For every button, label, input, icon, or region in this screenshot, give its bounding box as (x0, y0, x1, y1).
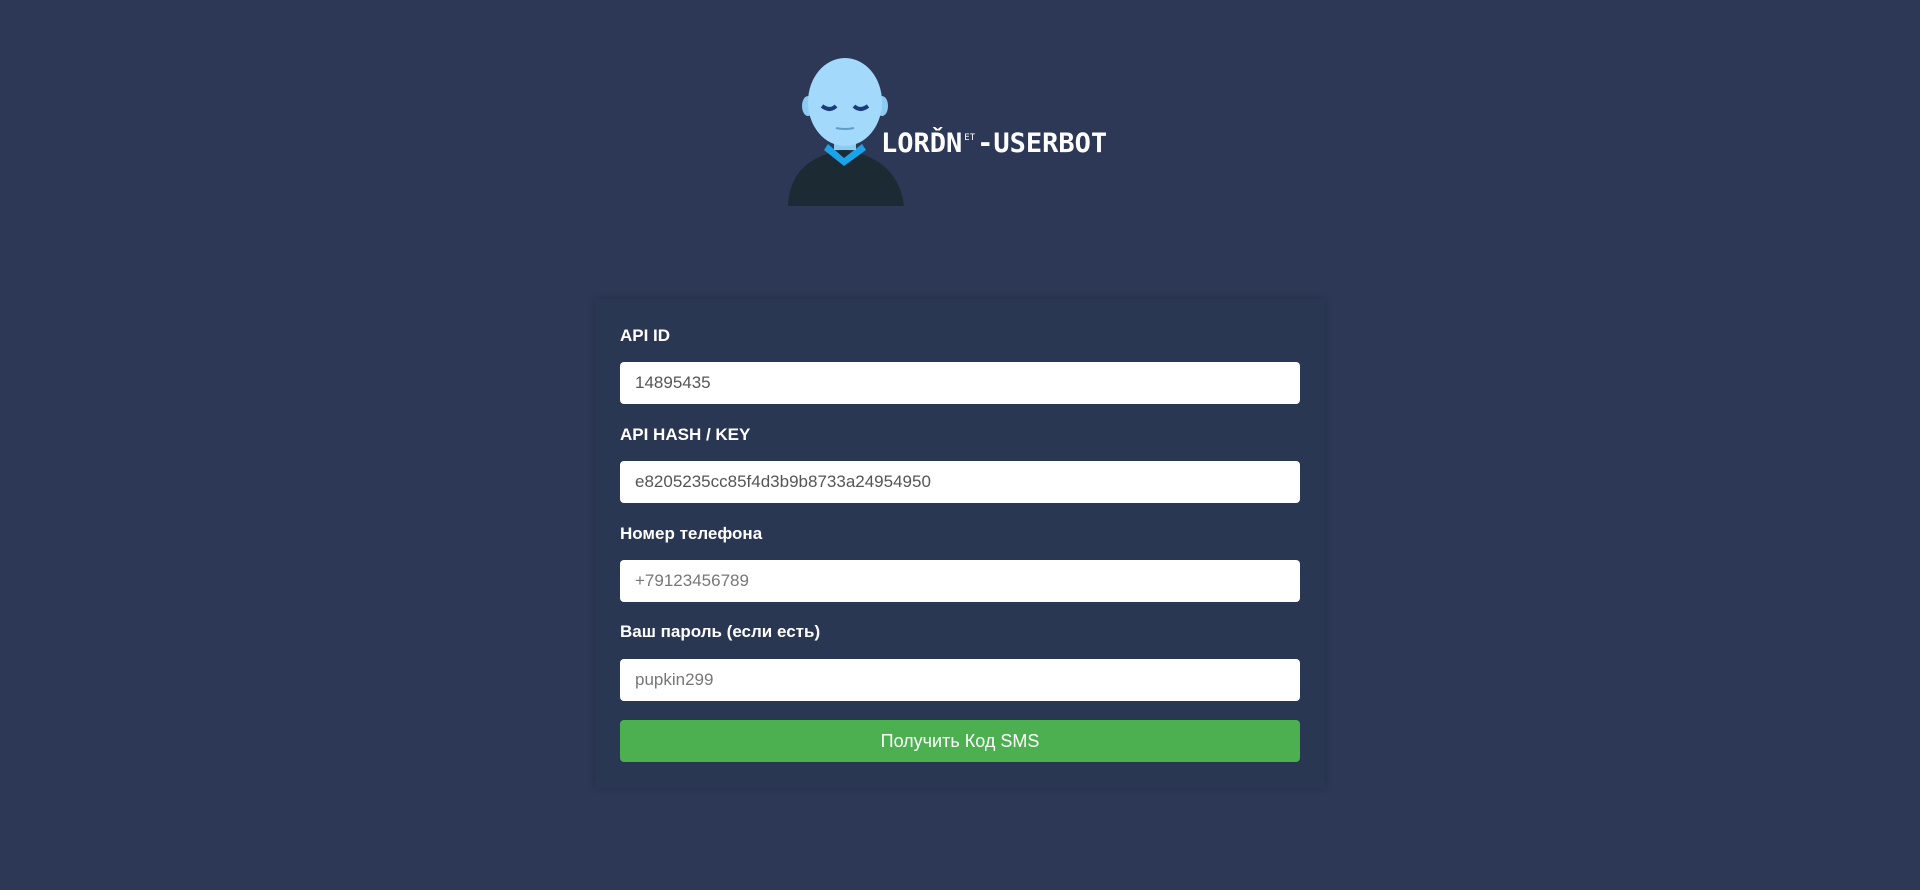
password-input[interactable] (620, 659, 1300, 701)
brand-name: LORĎN ET-USERBOT (881, 130, 1107, 157)
api-id-label: API ID (620, 326, 671, 345)
phone-input[interactable] (620, 560, 1300, 602)
brand-sup-text: ET (964, 133, 976, 143)
brand-main-text: LORĎN (881, 128, 963, 159)
login-form-card: API ID API HASH / KEY Номер телефона Ваш… (595, 299, 1325, 788)
phone-label: Номер телефона (620, 524, 763, 543)
api-hash-label: API HASH / KEY (620, 425, 751, 444)
password-label: Ваш пароль (если есть) (620, 622, 821, 641)
logo: LORĎN ET-USERBOT (786, 58, 1107, 208)
brand-suffix-text: -USERBOT (977, 128, 1108, 159)
get-sms-code-button[interactable]: Получить Код SMS (620, 720, 1300, 762)
api-id-input[interactable] (620, 362, 1300, 404)
api-hash-input[interactable] (620, 461, 1300, 503)
